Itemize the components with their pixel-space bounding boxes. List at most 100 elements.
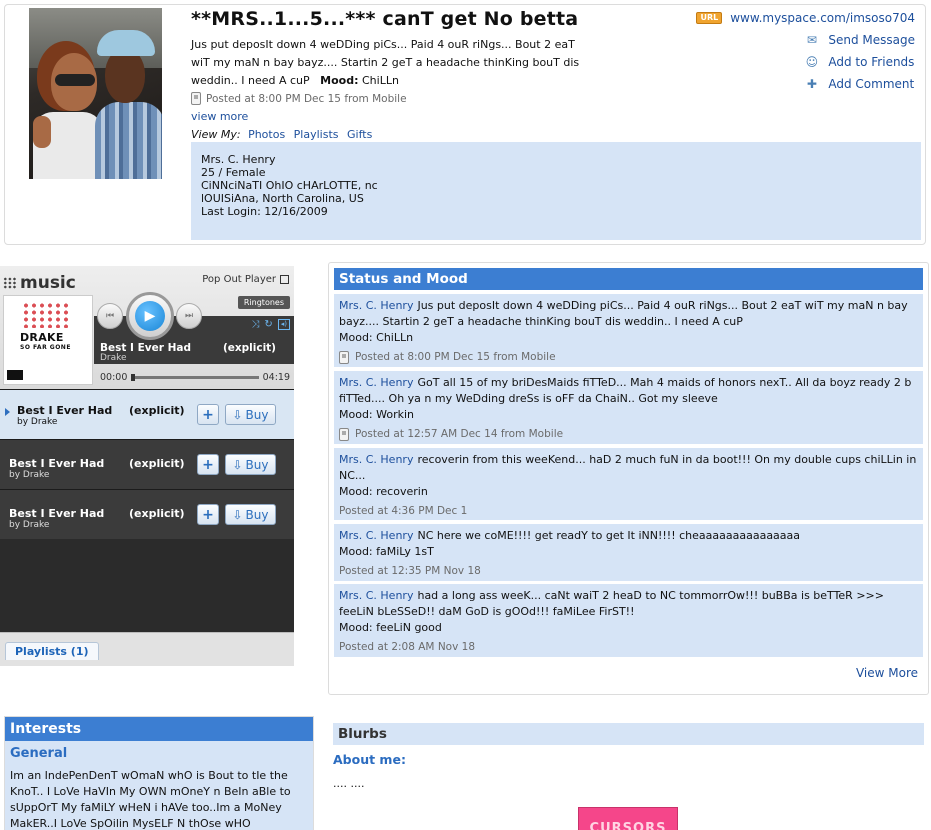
progress-scrubber[interactable]	[131, 374, 259, 381]
buy-button[interactable]: ⇩ Buy	[225, 404, 276, 425]
play-button[interactable]: ▶	[126, 292, 174, 340]
album-subtitle: SO FAR GONE	[20, 344, 71, 351]
pop-out-player-button[interactable]: Pop Out Player	[202, 274, 289, 285]
about-me-heading: About me:	[333, 752, 406, 767]
status-author-link[interactable]: Mrs. C. Henry	[339, 589, 413, 602]
track-list-empty-area	[0, 539, 294, 639]
interests-body: General Im an IndePenDenT wOmaN whO is B…	[5, 741, 313, 830]
status-text: recoverin from this weeKend... haD 2 muc…	[339, 453, 917, 482]
track-row[interactable]: Best I Ever Had by Drake (explicit) + ⇩ B…	[0, 439, 294, 489]
status-entry: Mrs. C. Henry NC here we coME!!!! get rea…	[334, 524, 923, 581]
track-explicit: (explicit)	[129, 507, 185, 520]
track-title[interactable]: Best I Ever Had	[9, 507, 104, 520]
shuffle-icon[interactable]: ⤨	[251, 319, 259, 330]
track-artist: by Drake	[17, 417, 58, 427]
track-artist: by Drake	[9, 520, 50, 530]
music-player: music Pop Out Player DRAKE SO FAR GONE R…	[0, 266, 294, 666]
next-track-button[interactable]: ⏭	[176, 303, 202, 329]
status-entry: Mrs. C. Henry had a long ass weeK... caNt…	[334, 584, 923, 657]
view-gifts-link[interactable]: Gifts	[347, 128, 372, 141]
view-playlists-link[interactable]: Playlists	[294, 128, 339, 141]
player-mode-icons: ⤨ ↻ ◂)	[251, 319, 290, 330]
download-arrow-icon: ⇩	[232, 407, 243, 422]
interests-section: Interests General Im an IndePenDenT wOma…	[4, 716, 314, 830]
detail-last-login: Last Login: 12/16/2009	[201, 205, 328, 218]
now-playing-explicit: (explicit)	[222, 342, 276, 354]
add-comment-button[interactable]: ✚ Add Comment	[803, 76, 915, 92]
track-explicit: (explicit)	[129, 457, 185, 470]
popout-window-icon	[280, 275, 289, 284]
view-photos-link[interactable]: Photos	[248, 128, 285, 141]
track-row[interactable]: Best I Ever Had by Drake (explicit) + ⇩ B…	[0, 489, 294, 539]
ringtones-button[interactable]: Ringtones	[237, 296, 290, 309]
status-posted: Posted at 12:35 PM Nov 18	[339, 565, 481, 577]
time-total: 04:19	[262, 372, 290, 383]
status-author-link[interactable]: Mrs. C. Henry	[339, 453, 413, 466]
status-posted: Posted at 2:08 AM Nov 18	[339, 641, 476, 653]
profile-name: **MRS..1...5...*** canT get No betta	[191, 8, 579, 30]
mood-value: ChiLLn	[362, 74, 399, 87]
track-title[interactable]: Best I Ever Had	[9, 457, 104, 470]
status-mood: Mood: ChiLLn	[339, 331, 414, 344]
detail-age-gender: 25 / Female	[201, 166, 266, 179]
track-artist: by Drake	[9, 470, 50, 480]
profile-header-card: **MRS..1...5...*** canT get No betta Jus…	[4, 4, 926, 245]
volume-icon[interactable]: ◂)	[277, 319, 290, 330]
track-row[interactable]: Best I Ever Had by Drake (explicit) + ⇩ B…	[0, 389, 294, 439]
mobile-phone-icon	[191, 92, 201, 105]
parental-advisory-icon	[7, 370, 23, 380]
status-author-link[interactable]: Mrs. C. Henry	[339, 529, 413, 542]
status-text: GoT all 15 of my briDesMaids fiTTeD... M…	[339, 376, 912, 405]
add-to-playlist-button[interactable]: +	[197, 504, 219, 525]
cursors-banner-image[interactable]: CURSORS	[578, 807, 678, 830]
detail-location-2: lOUISiAna, North Carolina, US	[201, 192, 364, 205]
album-art: DRAKE SO FAR GONE	[3, 295, 93, 385]
status-author-link[interactable]: Mrs. C. Henry	[339, 376, 413, 389]
music-logo: music	[3, 273, 76, 293]
status-mood-heading: Status and Mood	[334, 268, 923, 290]
add-to-playlist-button[interactable]: +	[197, 404, 219, 425]
status-mood: Mood: recoverin	[339, 485, 428, 498]
next-icon: ⏭	[184, 311, 194, 321]
status-text: Jus put deposIt down 4 weDDing piCs... P…	[339, 299, 908, 328]
myspace-logo-icon	[3, 277, 17, 289]
playlists-tab[interactable]: Playlists (1)	[5, 642, 99, 660]
time-current: 00:00	[100, 372, 128, 383]
comment-icon: ✚	[806, 77, 817, 91]
album-title: DRAKE	[20, 331, 64, 344]
status-mood: Mood: faMiLy 1sT	[339, 545, 434, 558]
view-my-label: View My:	[191, 128, 241, 141]
previous-icon: ⏮	[105, 311, 115, 321]
url-badge-icon: URL	[696, 12, 723, 24]
profile-photo[interactable]	[29, 8, 162, 179]
add-to-playlist-button[interactable]: +	[197, 454, 219, 475]
about-me-text: .... ....	[333, 777, 365, 790]
blurbs-heading: Blurbs	[333, 723, 924, 745]
interests-heading: Interests	[5, 717, 313, 741]
status-mood-section: Status and Mood Mrs. C. Henry Jus put dep…	[328, 262, 929, 695]
profile-details: Mrs. C. Henry 25 / Female CiNNciNaTI OhI…	[191, 142, 921, 240]
previous-track-button[interactable]: ⏮	[97, 303, 123, 329]
track-title[interactable]: Best I Ever Had	[17, 404, 112, 417]
status-author-link[interactable]: Mrs. C. Henry	[339, 299, 413, 312]
interests-general-heading: General	[10, 746, 68, 761]
progress-row: 00:00 04:19	[100, 372, 290, 383]
pencil-envelope-icon: ✉	[806, 33, 817, 47]
add-to-friends-button[interactable]: ☺ Add to Friends	[803, 54, 915, 70]
repeat-icon[interactable]: ↻	[264, 319, 272, 330]
status-text: had a long ass weeK... caNt waiT 2 heaD …	[339, 589, 884, 618]
download-arrow-icon: ⇩	[232, 507, 243, 522]
mobile-phone-icon	[339, 427, 349, 441]
buy-button[interactable]: ⇩ Buy	[225, 504, 276, 525]
send-message-button[interactable]: ✉ Send Message	[803, 32, 915, 48]
profile-url-link[interactable]: www.myspace.com/imsoso704	[730, 11, 915, 25]
status-view-more-link[interactable]: View More	[856, 666, 918, 680]
buy-button[interactable]: ⇩ Buy	[225, 454, 276, 475]
status-posted: Posted at 4:36 PM Dec 1	[339, 505, 468, 517]
status-text: NC here we coME!!!! get readY to get It …	[417, 529, 801, 542]
status-mood: Mood: feeLiN good	[339, 621, 442, 634]
view-more-link[interactable]: view more	[191, 110, 248, 123]
now-playing-arrow-icon	[5, 408, 10, 416]
profile-headline: Jus put deposIt down 4 weDDing piCs... P…	[191, 36, 591, 90]
profile-actions: ✉ Send Message ☺ Add to Friends ✚ Add Co…	[803, 32, 915, 92]
